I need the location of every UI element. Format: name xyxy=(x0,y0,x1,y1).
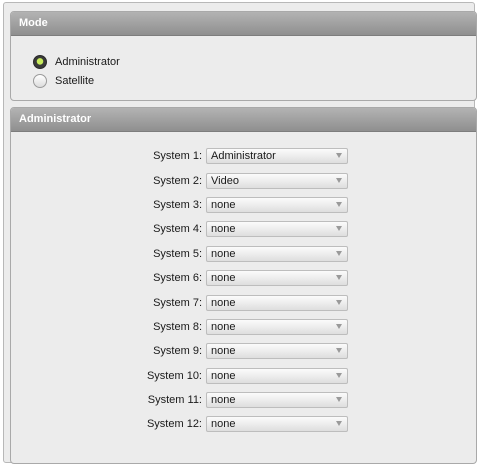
chevron-down-icon xyxy=(336,275,342,281)
system-label: System 3: xyxy=(153,198,202,211)
chevron-down-icon xyxy=(336,153,342,159)
system-select-value: none xyxy=(211,418,236,431)
system-row: System 3: none xyxy=(11,193,476,217)
mode-panel: Mode Administrator Satellite xyxy=(10,11,477,101)
system-row: System 8: none xyxy=(11,315,476,339)
chevron-down-icon xyxy=(336,177,342,183)
system-row: System 9: none xyxy=(11,339,476,363)
system-label: System 12: xyxy=(146,418,202,431)
system-row: System 4: none xyxy=(11,217,476,241)
chevron-down-icon xyxy=(336,201,342,207)
system-select-value: none xyxy=(211,345,236,358)
system-label: System 9: xyxy=(153,345,202,358)
system-select-value: none xyxy=(211,369,236,382)
system-label: System 1: xyxy=(153,150,202,163)
system-select[interactable]: none xyxy=(206,392,348,409)
satellite-radio-label: Satellite xyxy=(55,74,95,87)
system-select[interactable]: Video xyxy=(206,172,348,189)
preferences-window: Mode Administrator Satellite Administrat… xyxy=(3,2,477,464)
chevron-down-icon xyxy=(336,372,342,378)
system-select-value: none xyxy=(211,247,236,260)
system-label: System 4: xyxy=(153,223,202,236)
chevron-down-icon xyxy=(336,226,342,232)
system-label: System 11: xyxy=(147,394,202,407)
system-select-value: none xyxy=(211,223,236,236)
system-label: System 10: xyxy=(146,369,202,382)
chevron-down-icon xyxy=(336,397,342,403)
system-select[interactable]: none xyxy=(206,270,348,287)
administrator-panel: Administrator System 1: Administrator Syst… xyxy=(10,107,477,464)
administrator-radio-label: Administrator xyxy=(55,55,120,68)
chevron-down-icon xyxy=(336,299,342,305)
system-label: System 8: xyxy=(153,320,202,333)
system-select-value: Administrator xyxy=(211,150,276,163)
system-row: System 12: none xyxy=(11,412,476,436)
system-select[interactable]: none xyxy=(206,367,348,384)
system-select[interactable]: none xyxy=(206,318,348,335)
chevron-down-icon xyxy=(336,250,342,256)
chevron-down-icon xyxy=(336,323,342,329)
administrator-panel-header: Administrator xyxy=(11,108,476,132)
system-select[interactable]: none xyxy=(206,343,348,360)
system-select[interactable]: none xyxy=(206,294,348,311)
system-select-value: none xyxy=(211,272,236,285)
administrator-radio[interactable] xyxy=(33,54,47,69)
system-select[interactable]: none xyxy=(206,196,348,213)
mode-option-administrator[interactable]: Administrator xyxy=(33,52,476,71)
system-row: System 5: none xyxy=(11,242,476,266)
system-select-value: none xyxy=(211,394,236,407)
mode-panel-header: Mode xyxy=(11,12,476,36)
system-label: System 2: xyxy=(153,174,202,187)
mode-option-satellite[interactable]: Satellite xyxy=(33,71,476,90)
system-select[interactable]: none xyxy=(206,416,348,433)
system-row: System 11: none xyxy=(11,388,476,412)
system-row: System 6: none xyxy=(11,266,476,290)
system-select[interactable]: none xyxy=(206,245,348,262)
chevron-down-icon xyxy=(336,421,342,427)
system-row: System 7: none xyxy=(11,290,476,314)
satellite-radio[interactable] xyxy=(33,73,47,88)
system-assignment-list: System 1: Administrator System 2: Video Syst… xyxy=(11,144,476,437)
chevron-down-icon xyxy=(336,348,342,354)
system-label: System 6: xyxy=(153,272,202,285)
system-label: System 7: xyxy=(153,296,202,309)
system-row: System 1: Administrator xyxy=(11,144,476,168)
system-select[interactable]: none xyxy=(206,221,348,238)
system-row: System 10: none xyxy=(11,364,476,388)
system-select-value: Video xyxy=(211,174,239,187)
system-select-value: none xyxy=(211,198,236,211)
system-select-value: none xyxy=(211,296,236,309)
system-select-value: none xyxy=(211,320,236,333)
system-row: System 2: Video xyxy=(11,168,476,192)
system-select[interactable]: Administrator xyxy=(206,148,348,165)
system-label: System 5: xyxy=(153,247,202,260)
